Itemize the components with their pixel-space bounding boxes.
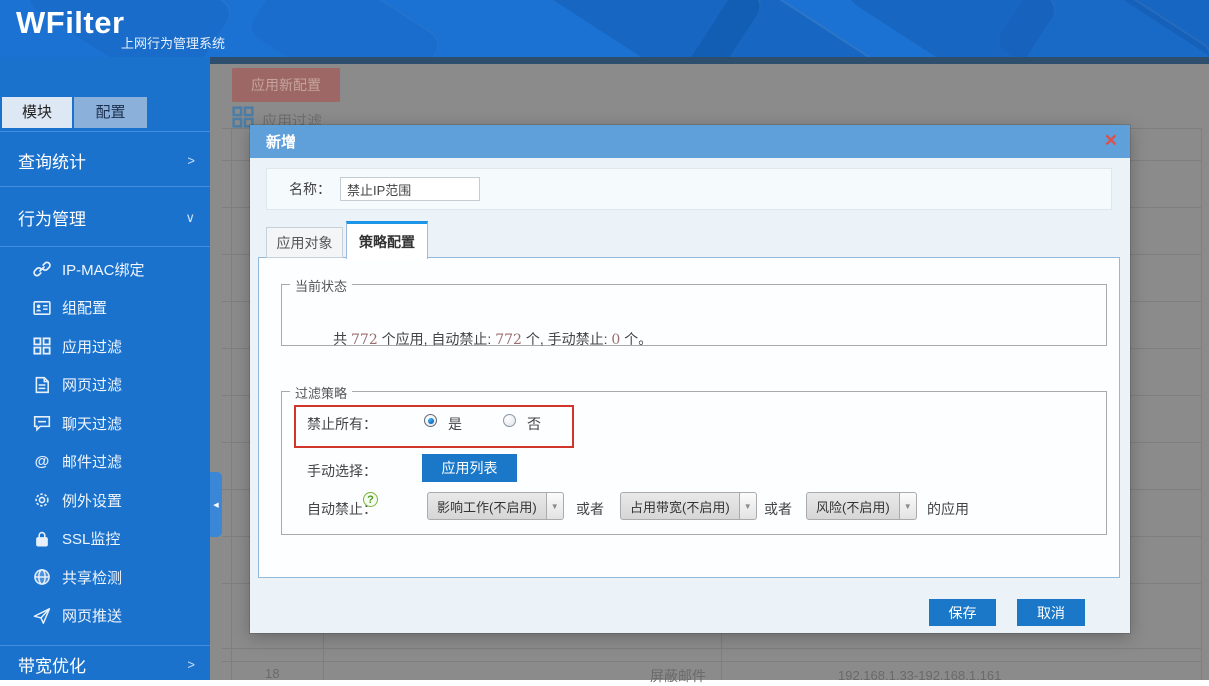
sidebar-tab-modules[interactable]: 模块: [2, 97, 72, 128]
chevron-down-icon[interactable]: [740, 492, 757, 520]
manual-select-label: 手动选择：: [307, 461, 377, 481]
sidebar-collapse-handle[interactable]: [210, 472, 222, 537]
apps-suffix-text: 的应用: [927, 499, 969, 519]
block-all-no-label[interactable]: 否: [527, 414, 541, 434]
webpage-icon: [33, 376, 51, 394]
sidebar-item-web-filter[interactable]: 网页过滤: [0, 366, 210, 405]
chevron-right-icon: >: [187, 657, 195, 672]
or-text: 或者: [764, 499, 792, 519]
at-icon: @: [33, 453, 51, 471]
policy-tab-panel: 当前状态 共 772 个应用, 自动禁止: 772 个, 手动禁止: 0 个。 …: [258, 257, 1120, 578]
content-top-strip: [210, 57, 1209, 64]
help-icon[interactable]: ?: [363, 492, 378, 507]
sidebar-section-query-stats[interactable]: 查询统计 >: [0, 135, 210, 185]
paper-plane-icon: [33, 607, 51, 625]
dialog-title: 新增: [266, 131, 296, 152]
bandwidth-usage-select[interactable]: 占用带宽(不启用): [620, 492, 757, 520]
gear-icon: [33, 491, 51, 509]
sidebar-item-share-detect[interactable]: 共享检测: [0, 558, 210, 597]
table-row-range: 192.168.1.33-192.168.1.161: [838, 668, 1001, 683]
sidebar-item-app-filter[interactable]: 应用过滤: [0, 327, 210, 366]
table-row-index: 18: [265, 666, 279, 681]
sidebar-menu: IP-MAC绑定 组配置 应用过滤 网页过滤 聊天过滤 @ 邮件过滤 例外设置: [0, 250, 210, 635]
sidebar-item-exceptions[interactable]: 例外设置: [0, 481, 210, 520]
sidebar-item-mail-filter[interactable]: @ 邮件过滤: [0, 443, 210, 482]
chevron-down-icon: ∨: [185, 210, 195, 226]
table-line: [222, 661, 1201, 662]
globe-icon: [33, 568, 51, 586]
total-apps-count: 772: [351, 332, 378, 348]
sidebar-item-ip-mac[interactable]: IP-MAC绑定: [0, 250, 210, 289]
auto-blocked-count: 772: [495, 332, 522, 348]
current-status-group: 当前状态 共 772 个应用, 自动禁止: 772 个, 手动禁止: 0 个。: [281, 284, 1107, 346]
cancel-button[interactable]: 取消: [1017, 599, 1085, 626]
grid-icon: [33, 337, 51, 355]
sidebar: 模块 配置 查询统计 > 行为管理 ∨ IP-MAC绑定 组配置 应用过滤 网页…: [0, 57, 210, 680]
tab-app-objects[interactable]: 应用对象: [266, 227, 343, 258]
status-summary: 共 772 个应用, 自动禁止: 772 个, 手动禁止: 0 个。: [302, 313, 652, 365]
name-input[interactable]: [340, 177, 480, 201]
name-label: 名称：: [289, 179, 331, 199]
chevron-down-icon[interactable]: [547, 492, 564, 520]
block-all-no-radio[interactable]: [503, 414, 516, 427]
link-icon: [33, 260, 51, 278]
sidebar-item-ssl-monitor[interactable]: SSL监控: [0, 520, 210, 559]
sidebar-item-chat-filter[interactable]: 聊天过滤: [0, 404, 210, 443]
dialog-header: 新增 ×: [250, 125, 1130, 158]
app-list-button[interactable]: 应用列表: [422, 454, 517, 482]
block-all-yes-label[interactable]: 是: [448, 414, 462, 434]
divider: [0, 186, 210, 187]
sidebar-tab-config[interactable]: 配置: [74, 97, 147, 128]
chevron-down-icon[interactable]: [900, 492, 917, 520]
new-dialog: 新增 × 名称： 应用对象 策略配置 当前状态 共 772 个应用, 自动禁止:…: [250, 125, 1130, 633]
tab-policy-config[interactable]: 策略配置: [346, 221, 428, 259]
name-field-row: 名称：: [266, 168, 1112, 210]
divider: [0, 645, 210, 646]
divider: [0, 246, 210, 247]
close-icon[interactable]: ×: [1105, 127, 1117, 155]
keyboard-key-decor: [246, 0, 443, 57]
sidebar-section-bandwidth[interactable]: 带宽优化 >: [0, 648, 210, 680]
apply-new-config-button[interactable]: 应用新配置: [232, 68, 340, 102]
manual-blocked-count: 0: [611, 332, 620, 348]
impact-work-select[interactable]: 影响工作(不启用): [427, 492, 564, 520]
table-line: [1201, 128, 1202, 680]
table-line: [222, 648, 1201, 649]
sidebar-item-web-push[interactable]: 网页推送: [0, 597, 210, 636]
group-legend: 当前状态: [290, 276, 352, 295]
or-text: 或者: [576, 499, 604, 519]
sidebar-item-group-config[interactable]: 组配置: [0, 289, 210, 328]
lock-icon: [33, 530, 51, 548]
table-row-name: 屏蔽邮件: [650, 666, 706, 686]
save-button[interactable]: 保存: [929, 599, 996, 626]
id-card-icon: [33, 299, 51, 317]
filter-policy-group: 过滤策略 禁止所有： 是 否 手动选择： 应用列表 自动禁止： ? 影响工作(不…: [281, 391, 1107, 535]
app-subtitle: 上网行为管理系统: [121, 33, 225, 52]
block-all-yes-radio[interactable]: [424, 414, 437, 427]
sidebar-section-behavior-mgmt[interactable]: 行为管理 ∨: [0, 190, 210, 245]
table-line: [231, 128, 232, 680]
app-logo: WFilter: [16, 5, 125, 41]
risk-select[interactable]: 风险(不启用): [806, 492, 917, 520]
block-all-label: 禁止所有：: [307, 414, 377, 434]
chat-icon: [33, 414, 51, 432]
divider: [0, 131, 210, 132]
chevron-right-icon: >: [187, 153, 195, 168]
group-legend: 过滤策略: [290, 383, 352, 402]
top-banner: WFilter 上网行为管理系统: [0, 0, 1209, 57]
